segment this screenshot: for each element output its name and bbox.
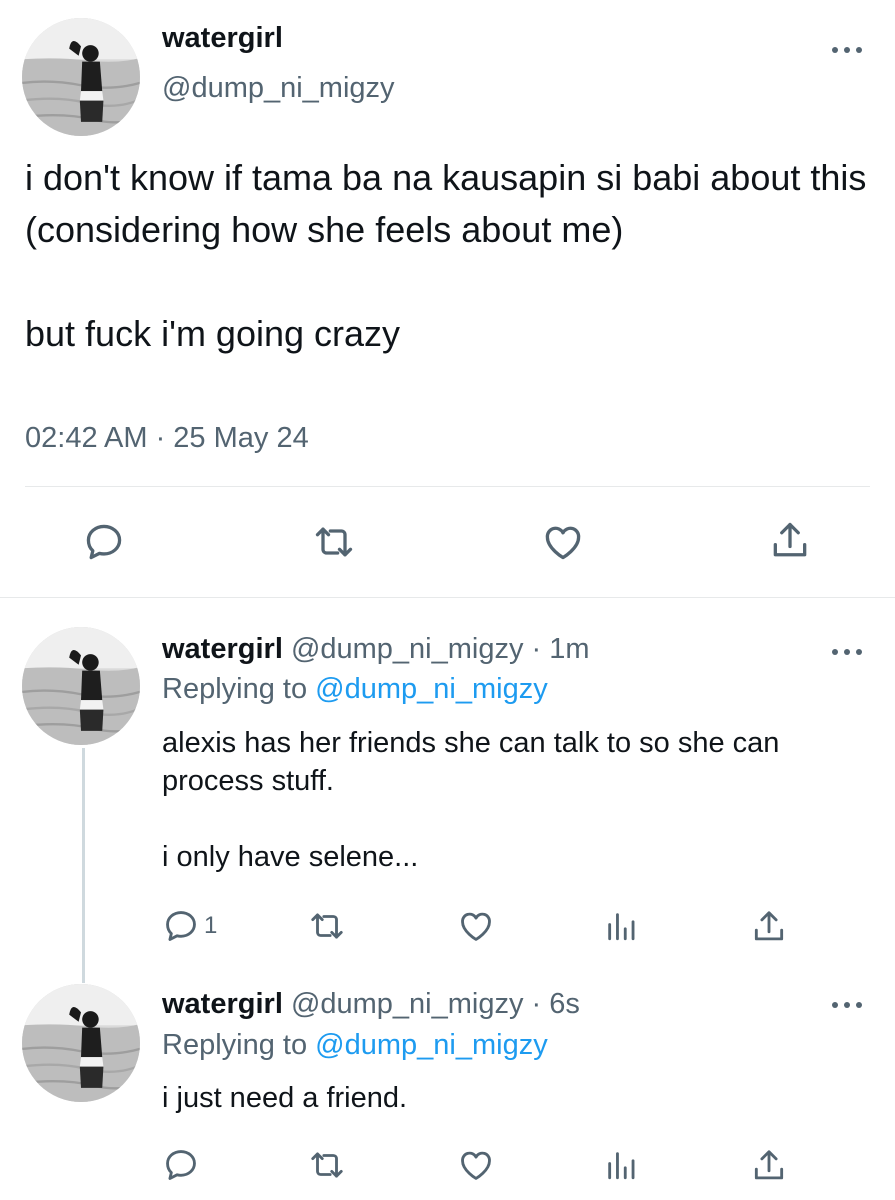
- analytics-icon[interactable]: [604, 1148, 638, 1182]
- divider: [25, 486, 870, 487]
- reply-header: watergirl @dump_ni_migzy · 6s: [162, 988, 580, 1021]
- avatar[interactable]: [22, 984, 140, 1102]
- reply-icon[interactable]: 1: [162, 907, 217, 945]
- reply-age[interactable]: · 6s: [523, 988, 580, 1020]
- share-icon[interactable]: [750, 907, 788, 947]
- user-handle[interactable]: @dump_ni_migzy: [162, 72, 395, 105]
- display-name[interactable]: watergirl: [162, 988, 283, 1020]
- reply-age[interactable]: · 1m: [523, 633, 590, 665]
- profile-photo: [22, 627, 140, 745]
- retweet-icon[interactable]: [306, 1146, 348, 1184]
- mention-link[interactable]: @dump_ni_migzy: [315, 1029, 548, 1061]
- reply-text: i just need a friend.: [162, 1082, 408, 1114]
- reply-count: 1: [204, 912, 218, 939]
- user-handle[interactable]: @dump_ni_migzy: [291, 633, 524, 665]
- like-icon[interactable]: [456, 907, 496, 945]
- tweet-text: i don't know if tama ba na kausapin si b…: [25, 157, 867, 354]
- thread-connector: [82, 748, 85, 983]
- more-options-icon[interactable]: [832, 646, 862, 658]
- reply-header: watergirl @dump_ni_migzy · 1m: [162, 633, 590, 666]
- retweet-icon[interactable]: [310, 520, 358, 564]
- share-icon[interactable]: [750, 1146, 788, 1186]
- tweet-timestamp[interactable]: 02:42 AM · 25 May 24: [25, 422, 309, 455]
- user-handle[interactable]: @dump_ni_migzy: [291, 988, 524, 1020]
- replying-label: Replying to: [162, 673, 316, 705]
- analytics-icon[interactable]: [604, 909, 638, 943]
- avatar[interactable]: [22, 627, 140, 745]
- avatar[interactable]: [22, 18, 140, 136]
- retweet-icon[interactable]: [306, 907, 348, 945]
- profile-photo: [22, 984, 140, 1102]
- more-options-icon[interactable]: [832, 44, 862, 56]
- share-icon[interactable]: [768, 518, 812, 564]
- replying-label: Replying to: [162, 1029, 316, 1061]
- display-name[interactable]: watergirl: [162, 22, 283, 55]
- display-name[interactable]: watergirl: [162, 633, 283, 665]
- mention-link[interactable]: @dump_ni_migzy: [315, 673, 548, 705]
- like-icon[interactable]: [456, 1146, 496, 1184]
- replying-to: Replying to @dump_ni_migzy: [162, 1029, 548, 1062]
- profile-photo: [22, 18, 140, 136]
- like-icon[interactable]: [540, 520, 586, 564]
- reply-text: alexis has her friends she can talk to s…: [162, 727, 780, 873]
- reply-icon[interactable]: [162, 1146, 200, 1184]
- replying-to: Replying to @dump_ni_migzy: [162, 673, 548, 706]
- more-options-icon[interactable]: [832, 999, 862, 1011]
- reply-icon[interactable]: [82, 520, 126, 564]
- section-divider: [0, 597, 895, 598]
